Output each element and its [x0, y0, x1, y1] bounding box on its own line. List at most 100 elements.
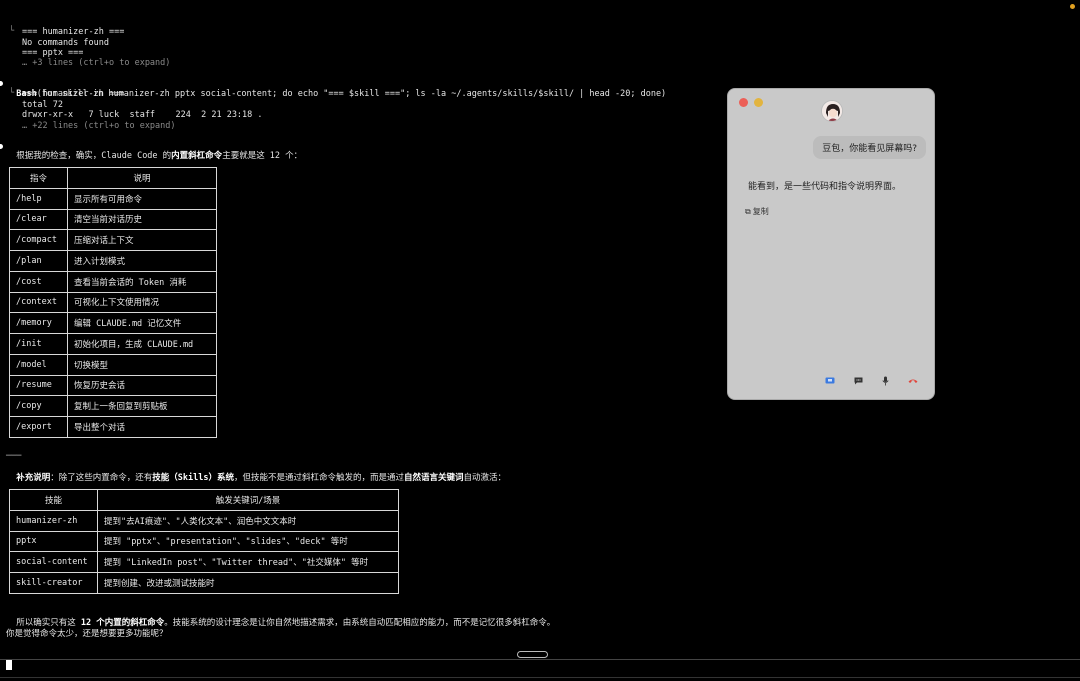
table-cell: 清空当前对话历史: [67, 208, 217, 231]
table-cell: humanizer-zh: [9, 509, 98, 532]
table-cell: /compact: [9, 229, 68, 251]
supplement-text: 自动激活：: [463, 473, 507, 483]
supplement-text: ，但技能不是通过斜杠命令触发的，而是通过: [234, 473, 405, 483]
input-divider: [0, 659, 1080, 660]
user-message-bubble: 豆包，你能看见屏幕吗?: [813, 136, 926, 159]
conclusion-bold: 12 个内置的斜杠命令: [80, 618, 165, 628]
supplement-bold: 补充说明: [16, 473, 51, 483]
bullet-icon: [0, 144, 3, 149]
microphone-icon[interactable]: [880, 376, 890, 386]
table-cell: 提到"去AI痕迹"、"人类化文本"、润色中文文本时: [97, 509, 399, 532]
table-cell: 导出整个对话: [67, 416, 217, 438]
supplement-line: 补充说明：除了这些内置命令，还有技能（Skills）系统，但技能不是通过斜杠命令…: [6, 463, 506, 483]
supplement-bold: 自然语言关键词: [404, 473, 464, 483]
summary-bold: 内置斜杠命令: [171, 151, 223, 161]
table-header: 指令: [9, 167, 68, 189]
table-cell: /resume: [9, 374, 68, 397]
table-cell: 进入计划模式: [67, 250, 217, 272]
copy-label: 复制: [752, 207, 769, 216]
conclusion-text: 所以确实只有这: [16, 618, 81, 628]
hang-up-icon[interactable]: [908, 376, 918, 386]
table-cell: pptx: [9, 530, 98, 553]
table-cell: 显示所有可用命令: [67, 187, 217, 210]
scroll-handle[interactable]: [517, 651, 548, 658]
table-row: /clear 清空当前对话历史: [9, 208, 217, 231]
bash-command: (for skill in humanizer-zh pptx social-c…: [36, 89, 667, 99]
table-cell: 查看当前会话的 Token 消耗: [67, 270, 217, 293]
table-cell: skill-creator: [9, 572, 98, 594]
table-cell: social-content: [9, 551, 98, 573]
output-line: === humanizer-zh ===: [22, 89, 125, 99]
output-line: drwxr-xr-x 7 luck staff 224 2 21 23:18 .: [22, 110, 263, 120]
table-cell: 提到 "pptx"、"presentation"、"slides"、"deck"…: [97, 530, 399, 553]
table-row: /context 可视化上下文使用情况: [9, 291, 217, 314]
minimize-icon[interactable]: [754, 98, 763, 107]
table-row: /help 显示所有可用命令: [9, 187, 217, 210]
table-cell: 压缩对话上下文: [67, 229, 217, 251]
table-row: /copy 复制上一条回复到剪贴板: [9, 395, 217, 417]
table-row: /memory 编辑 CLAUDE.md 记忆文件: [9, 312, 217, 334]
table-cell: 恢复历史会话: [67, 374, 217, 397]
table-header: 技能: [9, 489, 98, 511]
expand-hint[interactable]: … +22 lines (ctrl+o to expand): [22, 121, 176, 131]
table-header: 说明: [67, 167, 217, 189]
table-row: skill-creator 提到创建、改进或测试技能时: [9, 572, 399, 594]
notification-dot-icon: [1070, 4, 1075, 9]
summary-text: 根据我的检查，确实，Claude Code 的: [16, 151, 172, 161]
table-row: /compact 压缩对话上下文: [9, 229, 217, 251]
table-row: /cost 查看当前会话的 Token 消耗: [9, 270, 217, 293]
tree-branch-glyph: └: [9, 26, 15, 36]
input-divider: [0, 677, 1080, 678]
supplement-text: ：除了这些内置命令，还有: [50, 473, 153, 483]
table-row: /resume 恢复历史会话: [9, 374, 217, 397]
table-row: /export 导出整个对话: [9, 416, 217, 438]
table-cell: /init: [9, 333, 68, 355]
copy-icon: ⧉: [745, 206, 751, 216]
table-cell: /memory: [9, 312, 68, 334]
table-header-row: 指令 说明: [9, 167, 217, 189]
table-cell: 复制上一条回复到剪贴板: [67, 395, 217, 417]
table-cell: 初始化项目，生成 CLAUDE.md: [67, 333, 217, 355]
table-cell: /context: [9, 291, 68, 314]
expand-hint[interactable]: … +3 lines (ctrl+o to expand): [22, 58, 170, 68]
table-cell: /copy: [9, 395, 68, 417]
bullet-icon: [0, 81, 3, 86]
skills-table: 技能 触发关键词/场景 humanizer-zh 提到"去AI痕迹"、"人类化文本…: [9, 489, 399, 594]
output-line: No commands found: [22, 38, 109, 48]
prompt-cursor[interactable]: [6, 660, 12, 670]
question-line: 你是觉得命令太少，还是想要更多功能呢？: [6, 629, 168, 639]
table-row: social-content 提到 "LinkedIn post"、"Twitte…: [9, 551, 399, 573]
divider: ───: [6, 451, 22, 461]
table-row: /model 切换模型: [9, 353, 217, 376]
table-cell: /cost: [9, 270, 68, 293]
output-line: total 72: [22, 100, 63, 110]
table-cell: /export: [9, 416, 68, 438]
copy-button[interactable]: ⧉ 复制: [745, 206, 769, 217]
summary-line: 根据我的检查，确实，Claude Code 的内置斜杠命令主要就是这 12 个：: [6, 141, 302, 161]
chat-window: 豆包，你能看见屏幕吗? 能看到，是一些代码和指令说明界面。 ⧉ 复制: [727, 88, 935, 400]
conclusion-text: 。技能系统的设计理念是让你自然地描述需求，由系统自动匹配相应的能力，而不是记忆很…: [164, 618, 556, 628]
conclusion-line: 所以确实只有这 12 个内置的斜杠命令。技能系统的设计理念是让你自然地描述需求，…: [6, 608, 555, 628]
table-row: /plan 进入计划模式: [9, 250, 217, 272]
tree-branch-glyph: └: [9, 88, 15, 98]
summary-text-end: 主要就是这 12 个：: [222, 151, 303, 161]
output-line: === pptx ===: [22, 48, 84, 58]
table-cell: 编辑 CLAUDE.md 记忆文件: [67, 312, 217, 334]
table-row: humanizer-zh 提到"去AI痕迹"、"人类化文本"、润色中文文本时: [9, 509, 399, 532]
message-icon[interactable]: [853, 376, 863, 386]
close-icon[interactable]: [739, 98, 748, 107]
table-cell: 可视化上下文使用情况: [67, 291, 217, 314]
table-cell: 提到创建、改进或测试技能时: [97, 572, 399, 594]
output-line: === humanizer-zh ===: [22, 27, 125, 37]
avatar: [821, 100, 843, 122]
table-row: /init 初始化项目，生成 CLAUDE.md: [9, 333, 217, 355]
table-cell: 切换模型: [67, 353, 217, 376]
table-header-row: 技能 触发关键词/场景: [9, 489, 399, 511]
table-cell: /plan: [9, 250, 68, 272]
table-cell: 提到 "LinkedIn post"、"Twitter thread"、"社交媒…: [97, 551, 399, 573]
table-header: 触发关键词/场景: [97, 489, 399, 511]
screen-share-icon[interactable]: [825, 376, 835, 386]
assistant-reply: 能看到，是一些代码和指令说明界面。: [748, 182, 902, 192]
table-row: pptx 提到 "pptx"、"presentation"、"slides"、"d…: [9, 530, 399, 553]
table-cell: /clear: [9, 208, 68, 231]
